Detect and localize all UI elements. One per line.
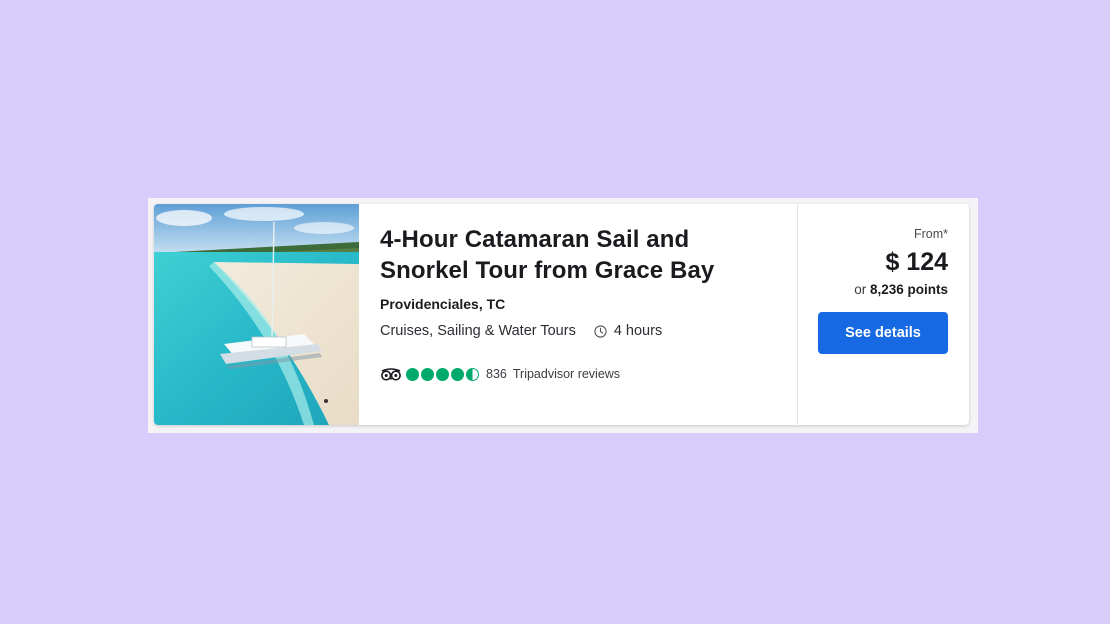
- activity-location: Providenciales, TC: [380, 296, 506, 312]
- activity-category: Cruises, Sailing & Water Tours: [380, 323, 576, 339]
- clock-icon: [594, 324, 607, 338]
- rating-bubble-half: [466, 367, 479, 381]
- review-count: 836: [486, 367, 507, 381]
- rating-bubble-full: [406, 367, 419, 381]
- rating-bubble-full: [451, 367, 464, 381]
- points-prefix: or: [854, 282, 867, 297]
- rating-bubble-full: [436, 367, 449, 381]
- points-price: or 8,236 points: [854, 282, 948, 297]
- activity-photo[interactable]: [154, 204, 359, 425]
- rating-bubble-full: [421, 367, 434, 381]
- price-panel: From* $ 124 or 8,236 points See details: [798, 204, 969, 425]
- price: $ 124: [885, 248, 948, 276]
- review-label: Tripadvisor reviews: [512, 367, 621, 381]
- points-value: 8,236 points: [869, 282, 948, 297]
- duration-text: 4 hours: [613, 323, 663, 339]
- from-label: From*: [913, 227, 948, 241]
- duration: 4 hours: [594, 323, 662, 339]
- activity-info: 4-Hour Catamaran Sail and Snorkel Tour f…: [380, 224, 780, 381]
- tripadvisor-owl-icon: [381, 367, 401, 381]
- see-details-button[interactable]: See details: [818, 312, 948, 354]
- rating-bubbles: [406, 367, 481, 381]
- review-summary[interactable]: 836 Tripadvisor reviews: [380, 367, 780, 381]
- activity-meta: Cruises, Sailing & Water Tours 4 hours: [380, 323, 780, 339]
- activity-title[interactable]: 4-Hour Catamaran Sail and Snorkel Tour f…: [380, 224, 780, 286]
- activity-card[interactable]: 4-Hour Catamaran Sail and Snorkel Tour f…: [154, 204, 969, 425]
